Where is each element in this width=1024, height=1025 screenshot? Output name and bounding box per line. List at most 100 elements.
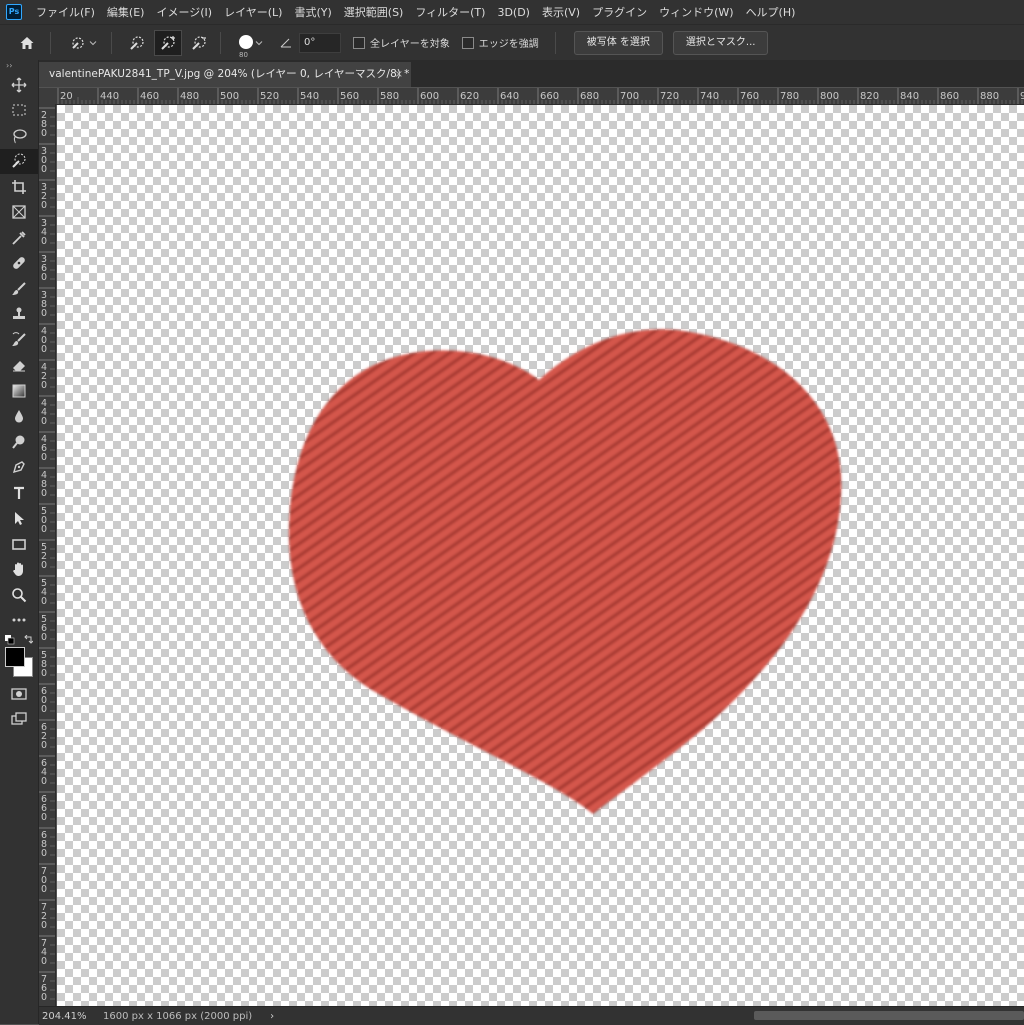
document-tab[interactable]: valentinePAKU2841_TP_V.jpg @ 204% (レイヤー …	[39, 62, 411, 87]
zoom-tool[interactable]	[0, 582, 38, 608]
menu-select[interactable]: 選択範囲(S)	[338, 4, 410, 20]
menu-file[interactable]: ファイル(F)	[30, 4, 101, 20]
menu-type[interactable]: 書式(Y)	[288, 4, 337, 20]
enhance-edge-checkbox[interactable]	[461, 36, 474, 49]
home-button[interactable]	[12, 31, 42, 55]
default-colors-icon[interactable]	[5, 635, 15, 645]
separator	[111, 31, 112, 54]
brush-icon	[12, 282, 26, 295]
pen-icon	[12, 461, 25, 474]
screen-mode-icon	[11, 712, 27, 725]
ruler-label: 740	[700, 91, 719, 102]
menu-layer[interactable]: レイヤー(L)	[218, 4, 288, 20]
eyedropper-icon	[12, 231, 26, 245]
ruler-label: 680	[580, 91, 599, 102]
ruler-label: 540	[41, 578, 47, 607]
menu-help[interactable]: ヘルプ(H)	[740, 4, 802, 20]
history-brush-tool[interactable]	[0, 327, 38, 353]
brush-size-picker[interactable]: 80	[233, 31, 267, 59]
eraser-tool[interactable]	[0, 353, 38, 379]
status-bar: 204.41% 1600 px x 1066 px (2000 ppi) ›	[39, 1006, 1024, 1025]
ruler-label: 380	[41, 290, 47, 319]
collapse-panel-button[interactable]: ››	[0, 60, 38, 72]
magnifier-icon	[12, 587, 27, 602]
ruler-label: 300	[41, 146, 47, 175]
crop-tool[interactable]	[0, 174, 38, 200]
sample-all-layers-checkbox[interactable]	[353, 36, 365, 49]
quick-selection-icon	[72, 36, 84, 49]
new-selection-button[interactable]	[124, 31, 150, 55]
ruler-label: 800	[820, 91, 839, 102]
horizontal-scrollbar[interactable]	[754, 1011, 1024, 1020]
ruler-label: 440	[100, 91, 119, 102]
ruler-corner[interactable]	[39, 88, 56, 104]
chevron-down-icon	[255, 40, 263, 45]
ruler-label: 760	[41, 974, 47, 1003]
heart-shape	[288, 329, 842, 814]
swap-colors-icon[interactable]	[23, 635, 33, 645]
status-menu-arrow[interactable]: ›	[270, 1011, 274, 1022]
move-tool[interactable]	[0, 72, 38, 98]
history-brush-icon	[12, 331, 26, 346]
pen-tool[interactable]	[0, 455, 38, 481]
close-tab-button[interactable]: ×	[395, 62, 403, 87]
ruler-label: 500	[41, 506, 47, 535]
lasso-tool[interactable]	[0, 123, 38, 149]
healing-brush-tool[interactable]	[0, 251, 38, 277]
separator	[554, 31, 556, 54]
foreground-color-swatch[interactable]	[5, 647, 25, 667]
vertical-ruler-ticks: 2 8 0 3 0 0 3 2 0 3 4 0 3 6 0 3 8 0 4 0 0 4 2 0 4 4 0 4 6 0 4 8 0 5 0 0 5 2 0 5…	[39, 107, 55, 1003]
hand-tool[interactable]	[0, 557, 38, 583]
ruler-label: 400	[41, 326, 47, 355]
ruler-label: 720	[660, 91, 679, 102]
menu-window[interactable]: ウィンドウ(W)	[653, 4, 739, 20]
screen-mode-button[interactable]	[0, 707, 38, 733]
ruler-label: 780	[780, 91, 799, 102]
blur-tool[interactable]	[0, 404, 38, 430]
marquee-tool[interactable]	[0, 98, 38, 124]
brush-selection-icon	[130, 35, 144, 50]
more-tools-button[interactable]	[0, 608, 38, 634]
ruler-label: 580	[41, 650, 47, 679]
photoshop-logo: Ps	[6, 4, 22, 20]
tool-preset-picker[interactable]	[63, 31, 103, 55]
gradient-tool[interactable]	[0, 378, 38, 404]
brush-tool[interactable]	[0, 276, 38, 302]
document-tab-bar: valentinePAKU2841_TP_V.jpg @ 204% (レイヤー …	[39, 60, 1024, 87]
select-and-mask-button[interactable]: 選択とマスク...	[672, 30, 769, 55]
rectangle-icon	[12, 538, 26, 550]
menu-edit[interactable]: 編集(E)	[101, 4, 151, 20]
options-bar: 80 0° 全レイヤーを対象 エッジを強調 被写体 を選択 選択とマスク...	[0, 24, 1024, 61]
document-size: 1600 px x 1066 px (2000 ppi)	[103, 1010, 253, 1022]
path-selection-tool[interactable]	[0, 506, 38, 532]
type-tool[interactable]	[0, 480, 38, 506]
angle-input[interactable]: 0°	[299, 32, 341, 53]
quick-mask-button[interactable]	[0, 681, 38, 707]
horizontal-ruler[interactable]: 20 440 460 480 500 520 540 560 580 600 620 640 660 68…	[56, 88, 1024, 105]
ruler-label: 520	[260, 91, 279, 102]
zoom-level[interactable]: 204.41%	[42, 1011, 97, 1022]
vertical-ruler[interactable]: 280 300 320 340 360 380 400 420 440 460 480 500 520 5…	[39, 104, 56, 1006]
eyedropper-tool[interactable]	[0, 225, 38, 251]
menu-3d[interactable]: 3D(D)	[491, 6, 536, 19]
menu-view[interactable]: 表示(V)	[536, 4, 586, 20]
shape-tool[interactable]	[0, 531, 38, 557]
ruler-label: 760	[740, 91, 759, 102]
separator	[50, 31, 51, 54]
clone-stamp-tool[interactable]	[0, 302, 38, 328]
select-subject-button[interactable]: 被写体 を選択	[573, 30, 663, 55]
frame-tool[interactable]	[0, 200, 38, 226]
quick-mask-icon	[11, 688, 27, 700]
ruler-label: 860	[940, 91, 959, 102]
add-to-selection-button[interactable]	[154, 29, 182, 56]
document-canvas[interactable]	[57, 105, 1024, 1006]
quick-selection-tool[interactable]	[0, 148, 38, 174]
brush-tip-icon	[239, 34, 253, 49]
menu-plugins[interactable]: プラグイン	[586, 4, 653, 20]
subtract-from-selection-button[interactable]	[186, 31, 212, 55]
ruler-label: 600	[420, 91, 439, 102]
enhance-edge-label: エッジを強調	[478, 39, 539, 50]
dodge-tool[interactable]	[0, 429, 38, 455]
menu-image[interactable]: イメージ(I)	[150, 4, 218, 20]
menu-filter[interactable]: フィルター(T)	[409, 4, 491, 20]
